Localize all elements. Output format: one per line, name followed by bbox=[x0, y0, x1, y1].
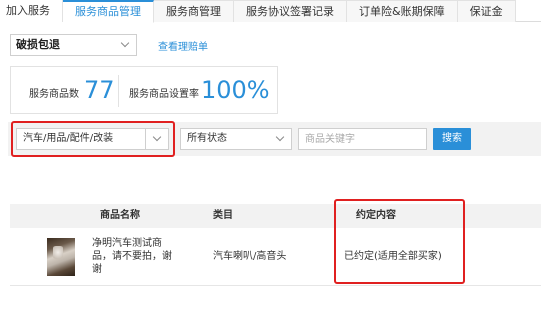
column-header-category: 类目 bbox=[213, 210, 233, 221]
setting-rate-label: 服务商品设置率 bbox=[129, 89, 199, 100]
status-select-value: 所有状态 bbox=[187, 133, 227, 144]
chevron-down-icon bbox=[275, 132, 285, 142]
service-type-value: 破损包退 bbox=[16, 38, 60, 51]
view-claims-link[interactable]: 查看理赔单 bbox=[158, 38, 208, 53]
tab-bar: 加入服务 服务商品管理 服务商管理 服务协议签署记录 订单险&账期保障 保证金 bbox=[0, 0, 541, 23]
setting-rate-value: 100% bbox=[201, 76, 270, 104]
search-button[interactable]: 搜索 bbox=[433, 128, 471, 150]
tab-provider-management[interactable]: 服务商管理 bbox=[154, 0, 234, 22]
chevron-down-icon bbox=[120, 38, 130, 48]
product-name-line: 品，请不要拍，谢 bbox=[92, 251, 172, 262]
keyword-input[interactable] bbox=[299, 129, 426, 149]
tab-join-service[interactable]: 加入服务 bbox=[0, 0, 63, 22]
highlight-box-agreement bbox=[334, 199, 465, 284]
product-name-line: 谢 bbox=[92, 264, 102, 275]
column-header-name: 商品名称 bbox=[100, 210, 140, 221]
tab-order-insurance[interactable]: 订单险&账期保障 bbox=[347, 0, 458, 22]
stats-divider bbox=[118, 75, 119, 107]
status-select[interactable]: 所有状态 bbox=[180, 128, 292, 150]
tab-service-goods-management[interactable]: 服务商品管理 bbox=[63, 0, 154, 23]
stats-panel: 服务商品数 77 服务商品设置率 100% bbox=[10, 66, 278, 114]
tab-deposit[interactable]: 保证金 bbox=[457, 0, 516, 22]
goods-count-label: 服务商品数 bbox=[29, 89, 79, 100]
product-name-line: 净明汽车测试商 bbox=[92, 238, 162, 249]
product-thumbnail[interactable] bbox=[47, 238, 75, 276]
goods-count-value: 77 bbox=[84, 76, 115, 104]
keyword-input-wrap bbox=[298, 128, 427, 150]
product-name[interactable]: 净明汽车测试商 品，请不要拍，谢 谢 bbox=[92, 237, 184, 276]
product-category: 汽车喇叭/高音头 bbox=[213, 251, 287, 262]
highlight-box-category bbox=[11, 121, 175, 157]
service-type-select[interactable]: 破损包退 bbox=[10, 34, 137, 56]
tab-agreement-records[interactable]: 服务协议签署记录 bbox=[234, 0, 347, 22]
